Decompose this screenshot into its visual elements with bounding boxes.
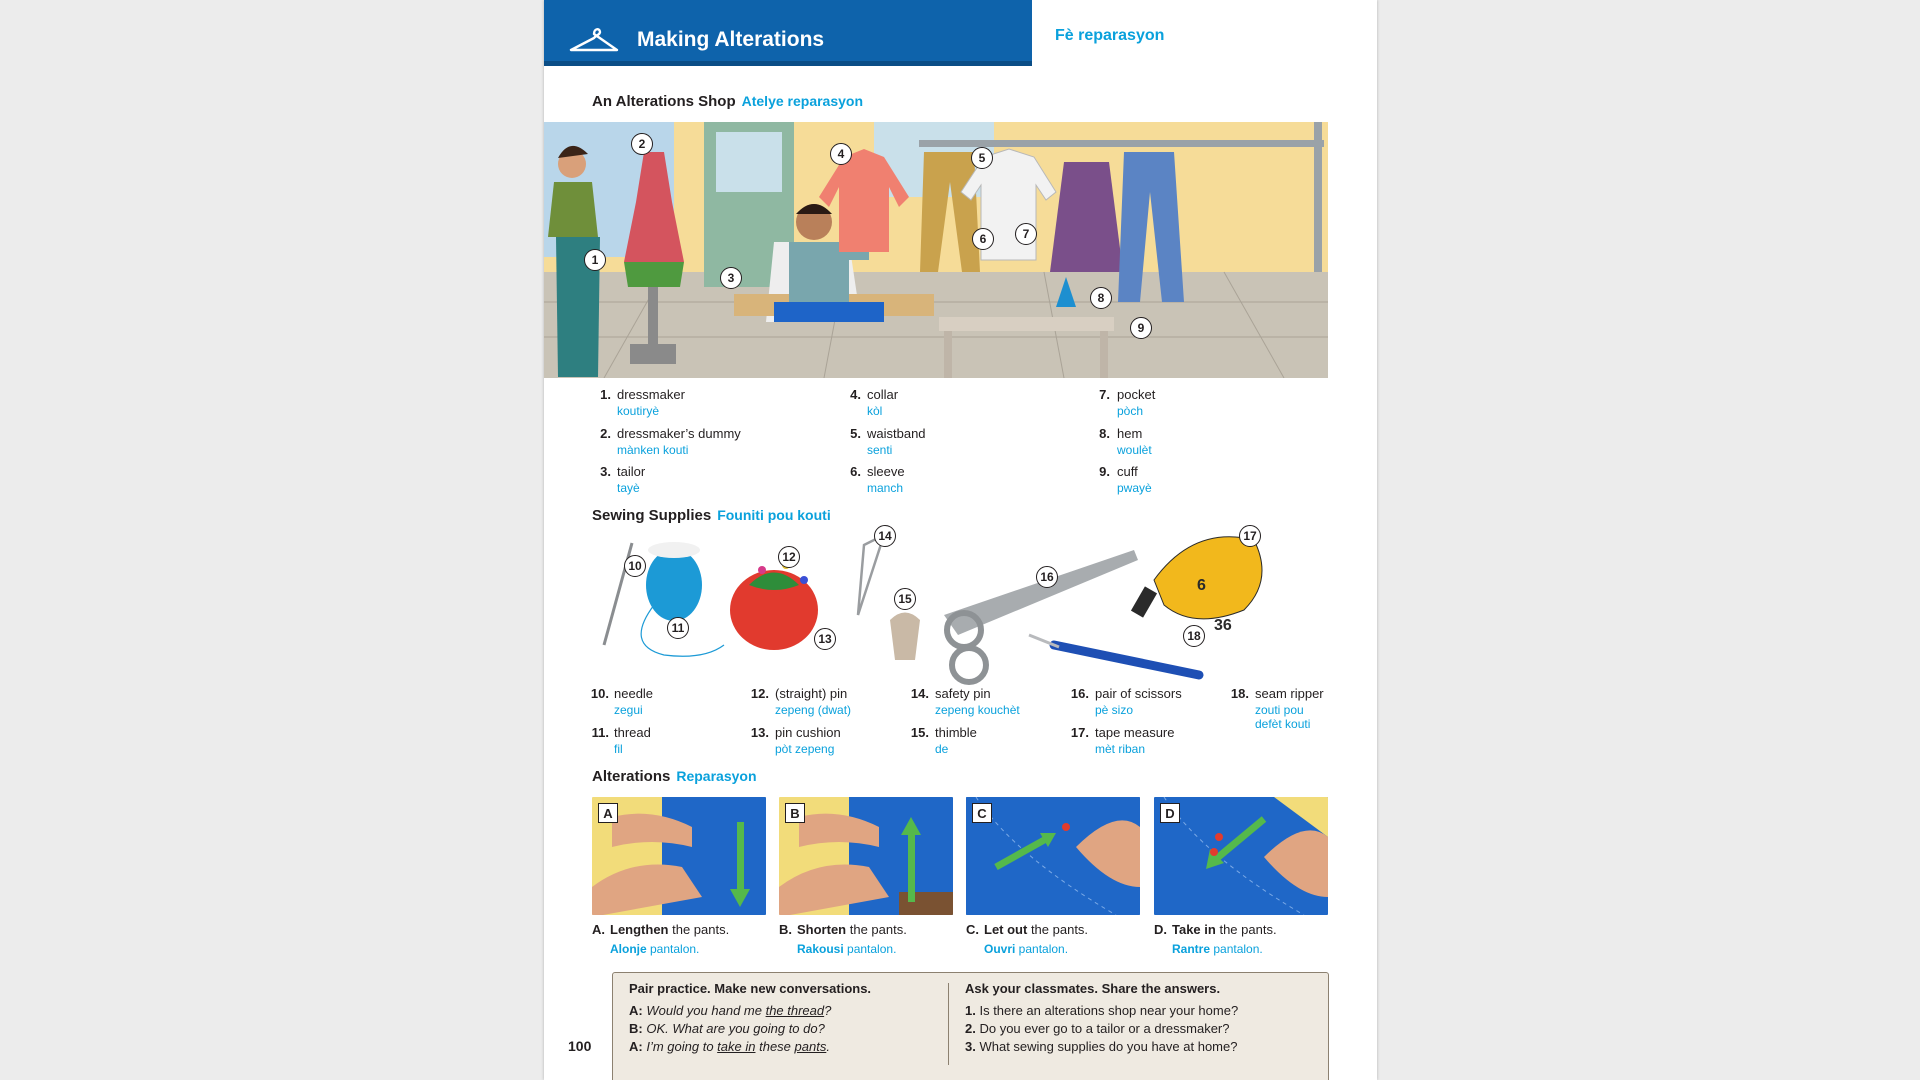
practice-divider [948,983,949,1065]
panel-letter: B [785,803,805,823]
callout-2: 2 [631,133,653,155]
callout-3: 3 [720,267,742,289]
ask-classmates-heading: Ask your classmates. Share the answers. [965,981,1221,996]
tape-number-36: 36 [1214,617,1232,634]
callout-8: 8 [1090,287,1112,309]
section-heading-alterations: Alterations Reparasyon [592,768,757,785]
callout-17: 17 [1239,525,1261,547]
sewing-supplies-illustration: 6 36 10 11 12 13 14 15 16 17 18 [574,525,1344,685]
alteration-panel-c: C [966,797,1140,915]
callout-18: 18 [1183,625,1205,647]
callout-5: 5 [971,147,993,169]
callout-15: 15 [894,588,916,610]
callout-16: 16 [1036,566,1058,588]
pair-practice-heading: Pair practice. Make new conversations. [629,981,872,996]
panel-letter: D [1160,803,1180,823]
shop-scene-image [544,122,1328,378]
callout-14: 14 [874,525,896,547]
dialog-line: A: I’m going to take in these pants. [629,1039,830,1054]
dialog-line: B: OK. What are you going to do? [629,1021,825,1036]
section-heading-supplies: Sewing Supplies Founiti pou kouti [592,507,831,524]
alterations-shop-illustration: 1 2 3 4 5 6 7 8 9 [544,122,1328,378]
callout-7: 7 [1015,223,1037,245]
supplies-vocabulary-list: 10. needle zegui 11. thread fil 12. (straight… [590,686,1324,756]
panel-letter: C [972,803,992,823]
page-number: 100 [568,1038,592,1054]
textbook-page: Making Alterations Fè reparasyon An Alte… [544,0,1377,1080]
callout-9: 9 [1130,317,1152,339]
supplies-image: 6 36 [602,532,1263,685]
callout-10: 10 [624,555,646,577]
tape-number-6: 6 [1197,577,1206,594]
page-title-translation: Fè reparasyon [1055,27,1165,44]
callout-4: 4 [830,143,852,165]
section-heading-shop: An Alterations Shop Atelye reparasyon [592,93,864,110]
callout-12: 12 [778,546,800,568]
panel-letter: A [598,803,618,823]
question-item: 1. Is there an alterations shop near you… [965,1003,1239,1018]
callout-6: 6 [972,228,994,250]
practice-box: Pair practice. Make new conversations. A… [612,972,1329,1080]
callout-1: 1 [584,249,606,271]
question-item: 3. What sewing supplies do you have at h… [965,1039,1238,1054]
alteration-panel-a: A [592,797,766,915]
hanger-icon [569,28,619,52]
dialog-line: A: Would you hand me the thread? [629,1003,832,1018]
callout-11: 11 [667,617,689,639]
alteration-panel-b: B [779,797,953,915]
shop-vocabulary-list: 1. dressmaker koutiryè 2. dressmaker’s dumm… [600,387,1156,495]
callout-13: 13 [814,628,836,650]
chapter-header: Making Alterations [544,0,1032,66]
alteration-panel-d: D [1154,797,1328,915]
page-title: Making Alterations [637,28,825,51]
question-item: 2. Do you ever go to a tailor or a dress… [965,1021,1230,1036]
